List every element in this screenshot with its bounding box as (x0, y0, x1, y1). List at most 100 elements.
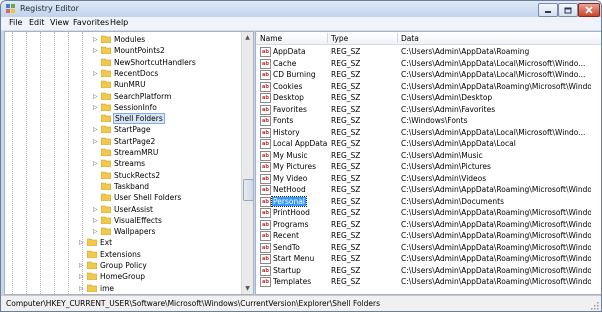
value-row[interactable]: ab My Pictures REG_SZ C:\Users\Admin\Pictur… (256, 161, 601, 172)
tree-item[interactable]: ▷ Modules (5, 34, 241, 45)
tree-item[interactable]: NewShortcutHandlers (5, 57, 241, 68)
folder-icon (86, 238, 98, 247)
value-row[interactable]: ab SendTo REG_SZ C:\Users\Admin\AppData\Roa… (256, 242, 601, 253)
title-bar[interactable]: Registry Editor (1, 1, 601, 17)
scroll-down-icon[interactable]: ▼ (242, 283, 253, 294)
value-row[interactable]: ab Cookies REG_SZ C:\Users\Admin\AppData\Ro… (256, 81, 601, 92)
value-type: REG_SZ (331, 219, 361, 229)
value-row[interactable]: ab Desktop REG_SZ C:\Users\Admin\Desktop (256, 92, 601, 103)
tree-item[interactable]: ▷ MountPoints2 (5, 45, 241, 56)
expand-arrow-icon[interactable]: ▷ (79, 285, 84, 292)
tree-item-label: User Shell Folders (114, 193, 182, 203)
tree-item[interactable]: StreamMRU (5, 147, 241, 158)
expand-arrow-icon[interactable]: ▷ (93, 138, 98, 145)
value-type: REG_SZ (331, 70, 361, 79)
scroll-up-icon[interactable]: ▲ (242, 32, 253, 43)
tree-item[interactable]: Shell Folders (5, 113, 241, 125)
tree-item[interactable]: ▷ Group Policy (5, 260, 241, 271)
string-value-icon: ab (260, 231, 271, 241)
value-name: Cookies (273, 81, 303, 91)
tree-item[interactable]: ▷ SearchPlatform (5, 91, 241, 102)
tree-item[interactable]: ▷ StartPage (5, 124, 241, 135)
menu-file[interactable]: File (7, 18, 24, 27)
column-header-name[interactable]: Name (260, 34, 282, 43)
value-row[interactable]: ab Cache REG_SZ C:\Users\Admin\AppData\Loca… (256, 58, 601, 69)
value-row[interactable]: ab AppData REG_SZ C:\Users\Admin\AppData\Ro… (256, 46, 601, 57)
expand-arrow-icon[interactable]: ▷ (93, 206, 98, 213)
column-header-data[interactable]: Data (401, 34, 419, 43)
value-row[interactable]: ab My Video REG_SZ C:\Users\Admin\Videos (256, 173, 601, 184)
registry-icon (6, 4, 15, 13)
resize-grip-icon[interactable] (591, 302, 599, 310)
tree-item[interactable]: ▷ ime (5, 283, 241, 294)
menu-favorites[interactable]: Favorites (71, 18, 111, 27)
expand-arrow-icon[interactable]: ▷ (93, 104, 98, 111)
expand-arrow-icon[interactable]: ▷ (93, 93, 98, 100)
value-row[interactable]: ab Startup REG_SZ C:\Users\Admin\AppData\Ro… (256, 265, 601, 276)
value-row[interactable]: ab Programs REG_SZ C:\Users\Admin\AppData\R… (256, 219, 601, 230)
column-divider[interactable] (327, 33, 328, 43)
tree-item[interactable]: ▷ StartPage2 (5, 136, 241, 147)
tree-item[interactable]: User Shell Folders (5, 192, 241, 203)
maximize-button[interactable] (558, 3, 578, 17)
folder-icon (86, 261, 98, 270)
value-row[interactable]: ab NetHood REG_SZ C:\Users\Admin\AppData\Ro… (256, 184, 601, 195)
value-row[interactable]: ab CD Burning REG_SZ C:\Users\Admin\AppData… (256, 69, 601, 80)
expand-arrow-icon[interactable]: ▷ (93, 127, 98, 133)
tree-item[interactable]: ▷ Ext (5, 237, 241, 248)
expand-arrow-icon[interactable]: ▷ (93, 70, 98, 77)
expand-arrow-icon[interactable]: ▷ (79, 274, 84, 280)
column-divider[interactable] (397, 33, 398, 43)
tree-item[interactable]: RunMRU (5, 79, 241, 90)
menu-edit[interactable]: Edit (27, 18, 47, 27)
tree-item[interactable]: ▷ VisualEffects (5, 215, 241, 226)
tree-item[interactable]: Extensions (5, 249, 241, 260)
value-type: REG_SZ (331, 265, 361, 275)
tree-item[interactable]: ▷ UserAssist (5, 204, 241, 215)
column-header-type[interactable]: Type (331, 34, 348, 43)
close-button[interactable] (578, 3, 600, 17)
value-row[interactable]: ab Recent REG_SZ C:\Users\Admin\AppData\Roa… (256, 230, 601, 241)
value-name: Fonts (273, 116, 294, 125)
folder-icon (86, 250, 98, 258)
value-row[interactable]: ab Fonts REG_SZ C:\Windows\Fonts (256, 115, 601, 126)
tree-item[interactable]: ▷ HomeGroup (5, 271, 241, 282)
value-row[interactable]: ab History REG_SZ C:\Users\Admin\AppData\Lo… (256, 127, 601, 138)
tree-scroll-thumb[interactable] (243, 179, 253, 202)
value-data: C:\Users\Admin\AppData\Roaming (401, 47, 530, 56)
value-row[interactable]: ab Local AppData REG_SZ C:\Users\Admin\AppD… (256, 138, 601, 149)
expand-arrow-icon[interactable]: ▷ (93, 217, 98, 224)
expand-arrow-icon[interactable]: ▷ (93, 48, 98, 54)
tree-item-label: Modules (114, 35, 146, 44)
expand-arrow-icon[interactable]: ▷ (79, 263, 84, 269)
tree-item-label: StreamMRU (114, 148, 159, 157)
values-list-pane[interactable]: Name Type Data ab AppData REG_SZ C:\Users\A… (255, 31, 601, 295)
value-row[interactable]: ab My Music REG_SZ C:\Users\Admin\Music (256, 150, 601, 161)
minimize-button[interactable] (538, 3, 558, 17)
value-row[interactable]: ab Personal REG_SZ C:\Users\Admin\Documents (256, 195, 601, 207)
menu-help[interactable]: Help (108, 18, 130, 27)
expand-arrow-icon[interactable]: ▷ (93, 161, 98, 167)
tree-item-label: StartPage2 (114, 136, 156, 146)
value-type: REG_SZ (331, 58, 361, 68)
expand-arrow-icon[interactable]: ▷ (93, 229, 98, 235)
value-row[interactable]: ab Favorites REG_SZ C:\Users\Admin\Favorite… (256, 104, 601, 115)
tree-item[interactable]: Taskband (5, 181, 241, 192)
menu-view[interactable]: View (48, 18, 71, 27)
key-tree-pane[interactable]: ▷ Modules ▷ MountPoints2 NewShortcutHandlers… (4, 31, 254, 295)
value-row[interactable]: ab Start Menu REG_SZ C:\Users\Admin\AppData… (256, 253, 601, 264)
value-name: CD Burning (273, 70, 316, 79)
value-row[interactable]: ab Templates REG_SZ C:\Users\Admin\AppData\… (256, 276, 601, 287)
tree-item[interactable]: ▷ RecentDocs (5, 68, 241, 79)
tree-item[interactable]: ▷ SessionInfo (5, 102, 241, 113)
value-type: REG_SZ (331, 93, 361, 102)
value-data: C:\Users\Admin\AppData\Roaming\Microsoft… (401, 254, 591, 263)
expand-arrow-icon[interactable]: ▷ (93, 37, 98, 43)
tree-scrollbar[interactable]: ▲ ▼ (241, 32, 253, 294)
tree-item[interactable]: ▷ Wallpapers (5, 226, 241, 237)
expand-arrow-icon[interactable]: ▷ (79, 240, 84, 246)
value-row[interactable]: ab PrintHood REG_SZ C:\Users\Admin\AppData\… (256, 207, 601, 218)
tree-item[interactable]: StuckRects2 (5, 170, 241, 181)
tree-item[interactable]: ▷ Streams (5, 158, 241, 169)
tree-item-label: ime (100, 283, 115, 293)
